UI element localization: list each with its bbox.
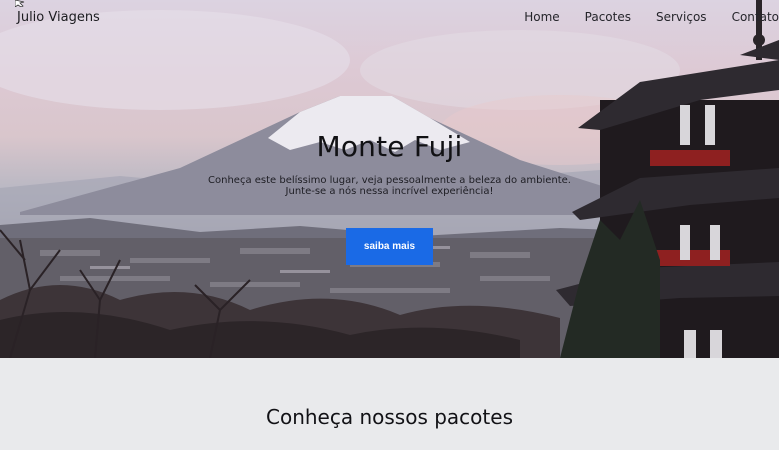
navbar: Julio Viagens Home Pacotes Serviços Cont… <box>0 0 779 36</box>
hero-description-line-2: Junte-se a nós nessa incrível experiênci… <box>285 186 494 197</box>
packages-title: Conheça nossos pacotes <box>266 405 513 429</box>
hero-section: Julio Viagens Home Pacotes Serviços Cont… <box>0 0 779 358</box>
hero-description-line-1: Conheça este belíssimo lugar, veja pesso… <box>208 175 571 186</box>
mouse-cursor-icon <box>15 0 25 7</box>
nav-link-servicos[interactable]: Serviços <box>656 10 707 24</box>
brand-logo[interactable]: Julio Viagens <box>17 10 100 25</box>
nav-link-home[interactable]: Home <box>524 10 559 24</box>
hero-title: Monte Fuji <box>316 130 463 163</box>
nav-link-contato[interactable]: Contato <box>732 10 779 24</box>
saiba-mais-button[interactable]: saiba mais <box>346 228 433 265</box>
hero-content: Monte Fuji Conheça este belíssimo lugar,… <box>0 130 779 265</box>
packages-section: Conheça nossos pacotes <box>0 358 779 450</box>
hero-description: Conheça este belíssimo lugar, veja pesso… <box>0 175 779 197</box>
nav-link-pacotes[interactable]: Pacotes <box>585 10 631 24</box>
nav-links: Home Pacotes Serviços Contato <box>524 10 779 24</box>
